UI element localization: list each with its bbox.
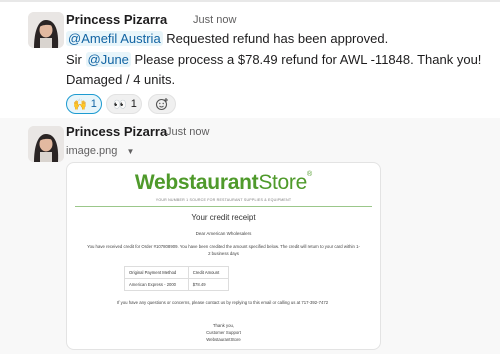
message-text: Please process a $78.49 refund for AWL -… [134,52,482,67]
divider [75,206,372,207]
credit-table: Original Payment Method Credit Amount Am… [124,266,230,291]
avatar[interactable] [28,126,64,162]
file-name: image.png [66,145,118,157]
receipt-signoff: Thank you, Customer Support WebstaurantS… [67,322,380,343]
table-row: American Express - 2000 $78.49 [124,278,230,291]
reaction-count: 1 [130,98,137,110]
logo-text-light: Store [258,171,308,194]
receipt-body: You have received credit for Order #1078… [87,244,360,256]
receipt-contact: If you have any questions or concerns, p… [117,300,329,305]
timestamp[interactable]: Just now [193,14,236,26]
raised-hands-emoji-icon: 🙌 [73,98,87,111]
avatar[interactable] [28,12,64,48]
image-attachment[interactable]: WebstaurantStore® YOUR NUMBER 1 SOURCE F… [66,162,381,350]
registered-mark: ® [307,171,313,178]
message-line: @Amefil Austria Requested refund has bee… [66,31,388,46]
receipt-greeting: Dear American Wholesalers [195,231,252,236]
table-header: Original Payment Method [124,266,189,279]
signoff-line: WebstaurantStore [206,337,241,342]
message-line: Damaged / 4 units. [66,72,175,87]
logo-tagline: YOUR NUMBER 1 SOURCE FOR RESTAURANT SUPP… [155,198,292,202]
signoff-line: Thank you, [212,323,235,328]
caret-down-icon[interactable]: ▼ [126,147,134,156]
message-1[interactable]: Princess Pizarra Just now @Amefil Austri… [0,2,500,118]
file-label[interactable]: image.png ▼ [66,145,134,157]
message-text: Requested refund has been approved. [166,31,389,46]
reaction-raised-hands[interactable]: 🙌 1 [66,94,102,114]
mention-amefil[interactable]: @Amefil Austria [66,31,163,46]
table-header: Credit Amount [187,266,230,279]
eyes-emoji-icon: 👀 [113,98,127,111]
message-line: Sir @June Please process a $78.49 refund… [66,52,481,67]
receipt-title: Your credit receipt [191,213,256,222]
signoff-line: Customer Support [206,330,241,335]
logo-text-bold: Webstaurant [134,171,259,194]
author-name[interactable]: Princess Pizarra [66,12,167,27]
add-reaction-button[interactable] [148,94,176,114]
add-reaction-icon [155,98,168,111]
table-cell: $78.49 [187,278,230,291]
webstaurant-logo: WebstaurantStore® [67,171,380,195]
timestamp[interactable]: Just now [166,126,209,138]
message-text: Sir [66,52,82,67]
reaction-count: 1 [90,98,97,110]
mention-june[interactable]: @June [85,52,131,67]
author-name[interactable]: Princess Pizarra [66,124,167,139]
table-cell: American Express - 2000 [124,278,189,291]
message-text: Damaged / 4 units. [66,72,176,87]
reaction-eyes[interactable]: 👀 1 [106,94,142,114]
